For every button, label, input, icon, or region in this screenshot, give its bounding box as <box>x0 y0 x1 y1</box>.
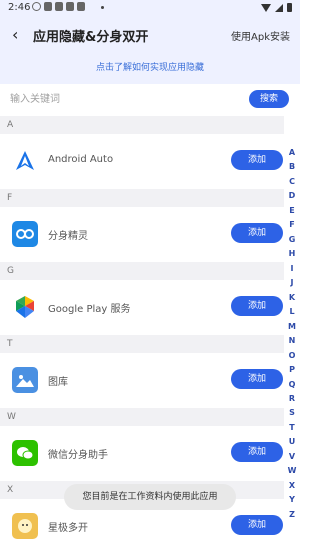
more-notifications-icon <box>101 6 104 9</box>
index-letter[interactable]: I <box>286 262 298 276</box>
notification-app-icon <box>44 2 52 11</box>
index-letter[interactable]: J <box>286 276 298 290</box>
index-letter[interactable]: F <box>286 218 298 232</box>
search-button[interactable]: 搜索 <box>249 90 289 108</box>
index-letter[interactable]: B <box>286 160 298 174</box>
list-item: 图库 添加 <box>0 353 284 408</box>
status-bar: 2:46 <box>0 0 300 16</box>
section-header-w: W <box>0 408 284 426</box>
index-letter[interactable]: H <box>286 247 298 261</box>
wechat-clone-icon <box>12 440 38 466</box>
index-letter[interactable]: K <box>286 291 298 305</box>
toast-message: 您目前是在工作资料内使用此应用 <box>64 484 236 510</box>
alphabet-index[interactable]: A B C D E F G H I J K L M N O P Q R S T … <box>286 146 298 522</box>
notification-app-icon-3 <box>66 2 74 11</box>
section-header-f: F <box>0 189 284 207</box>
notification-icons <box>32 2 85 11</box>
section-header-a: A <box>0 116 284 134</box>
index-letter[interactable]: P <box>286 363 298 377</box>
index-letter[interactable]: T <box>286 421 298 435</box>
xingji-multi-icon <box>12 513 38 539</box>
app-name: 分身精灵 <box>48 231 88 242</box>
index-letter[interactable]: E <box>286 204 298 218</box>
add-button[interactable]: 添加 <box>231 369 283 389</box>
index-letter[interactable]: M <box>286 320 298 334</box>
index-letter[interactable]: G <box>286 233 298 247</box>
index-letter[interactable]: W <box>286 464 298 478</box>
index-letter[interactable]: O <box>286 349 298 363</box>
list-item: 微信分身助手 添加 <box>0 426 284 481</box>
notification-ring-icon <box>32 2 41 11</box>
add-button[interactable]: 添加 <box>231 296 283 316</box>
list-item: Android Auto 添加 <box>0 134 284 189</box>
add-button[interactable]: 添加 <box>231 223 283 243</box>
gallery-icon <box>12 367 38 393</box>
app-name: 微信分身助手 <box>48 450 108 461</box>
index-letter[interactable]: U <box>286 435 298 449</box>
index-letter[interactable]: Q <box>286 378 298 392</box>
back-arrow-icon[interactable]: ‹ <box>12 25 32 45</box>
status-time: 2:46 <box>8 2 31 13</box>
add-button[interactable]: 添加 <box>231 150 283 170</box>
index-letter[interactable]: N <box>286 334 298 348</box>
section-header-g: G <box>0 262 284 280</box>
add-button[interactable]: 添加 <box>231 442 283 462</box>
wifi-icon <box>261 3 271 12</box>
index-letter[interactable]: X <box>286 479 298 493</box>
notification-app-icon-2 <box>55 2 63 11</box>
google-play-services-icon <box>12 294 38 320</box>
index-letter[interactable]: S <box>286 406 298 420</box>
android-auto-icon <box>12 148 38 174</box>
search-input[interactable] <box>8 89 242 109</box>
clone-sprite-icon <box>12 221 38 247</box>
list-item: Google Play 服务 添加 <box>0 280 284 335</box>
add-button[interactable]: 添加 <box>231 515 283 535</box>
howto-link[interactable]: 点击了解如何实现应用隐藏 <box>0 60 300 73</box>
apk-install-link[interactable]: 使用Apk安装 <box>231 28 290 43</box>
index-letter[interactable]: Y <box>286 493 298 507</box>
list-item: 分身精灵 添加 <box>0 207 284 262</box>
page-title: 应用隐藏&分身双开 <box>33 30 149 45</box>
notification-app-icon-4 <box>77 2 85 11</box>
app-name: Android Auto <box>48 154 114 165</box>
index-letter[interactable]: V <box>286 450 298 464</box>
index-letter[interactable]: A <box>286 146 298 160</box>
index-letter[interactable]: C <box>286 175 298 189</box>
cellular-icon <box>275 3 283 12</box>
search-bar: 搜索 <box>0 84 300 114</box>
index-letter[interactable]: L <box>286 305 298 319</box>
system-icons <box>261 3 292 12</box>
app-name: Google Play 服务 <box>48 304 131 315</box>
section-header-t: T <box>0 335 284 353</box>
index-letter[interactable]: R <box>286 392 298 406</box>
index-letter[interactable]: D <box>286 189 298 203</box>
index-letter[interactable]: Z <box>286 508 298 522</box>
battery-icon <box>287 3 292 12</box>
app-name: 图库 <box>48 377 68 388</box>
